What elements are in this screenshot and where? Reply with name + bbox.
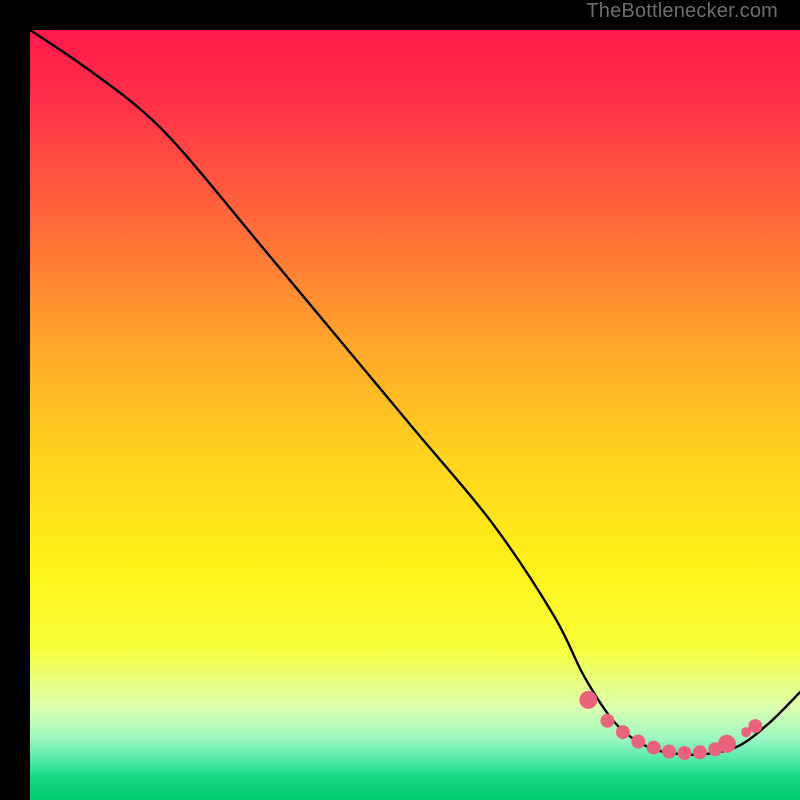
bottleneck-chart [30,30,800,800]
highlight-dot [693,745,707,759]
gradient-background [30,30,800,800]
highlight-dot [616,725,630,739]
highlight-dot [748,719,762,733]
highlight-dot [579,691,597,709]
highlight-dot [601,714,615,728]
highlight-dot [678,746,692,760]
highlight-dot [662,745,676,759]
chart-frame [15,15,785,785]
highlight-dot [647,741,661,755]
attribution-text: TheBottlenecker.com [586,0,778,23]
highlight-dot [718,735,736,753]
highlight-dot [631,735,645,749]
